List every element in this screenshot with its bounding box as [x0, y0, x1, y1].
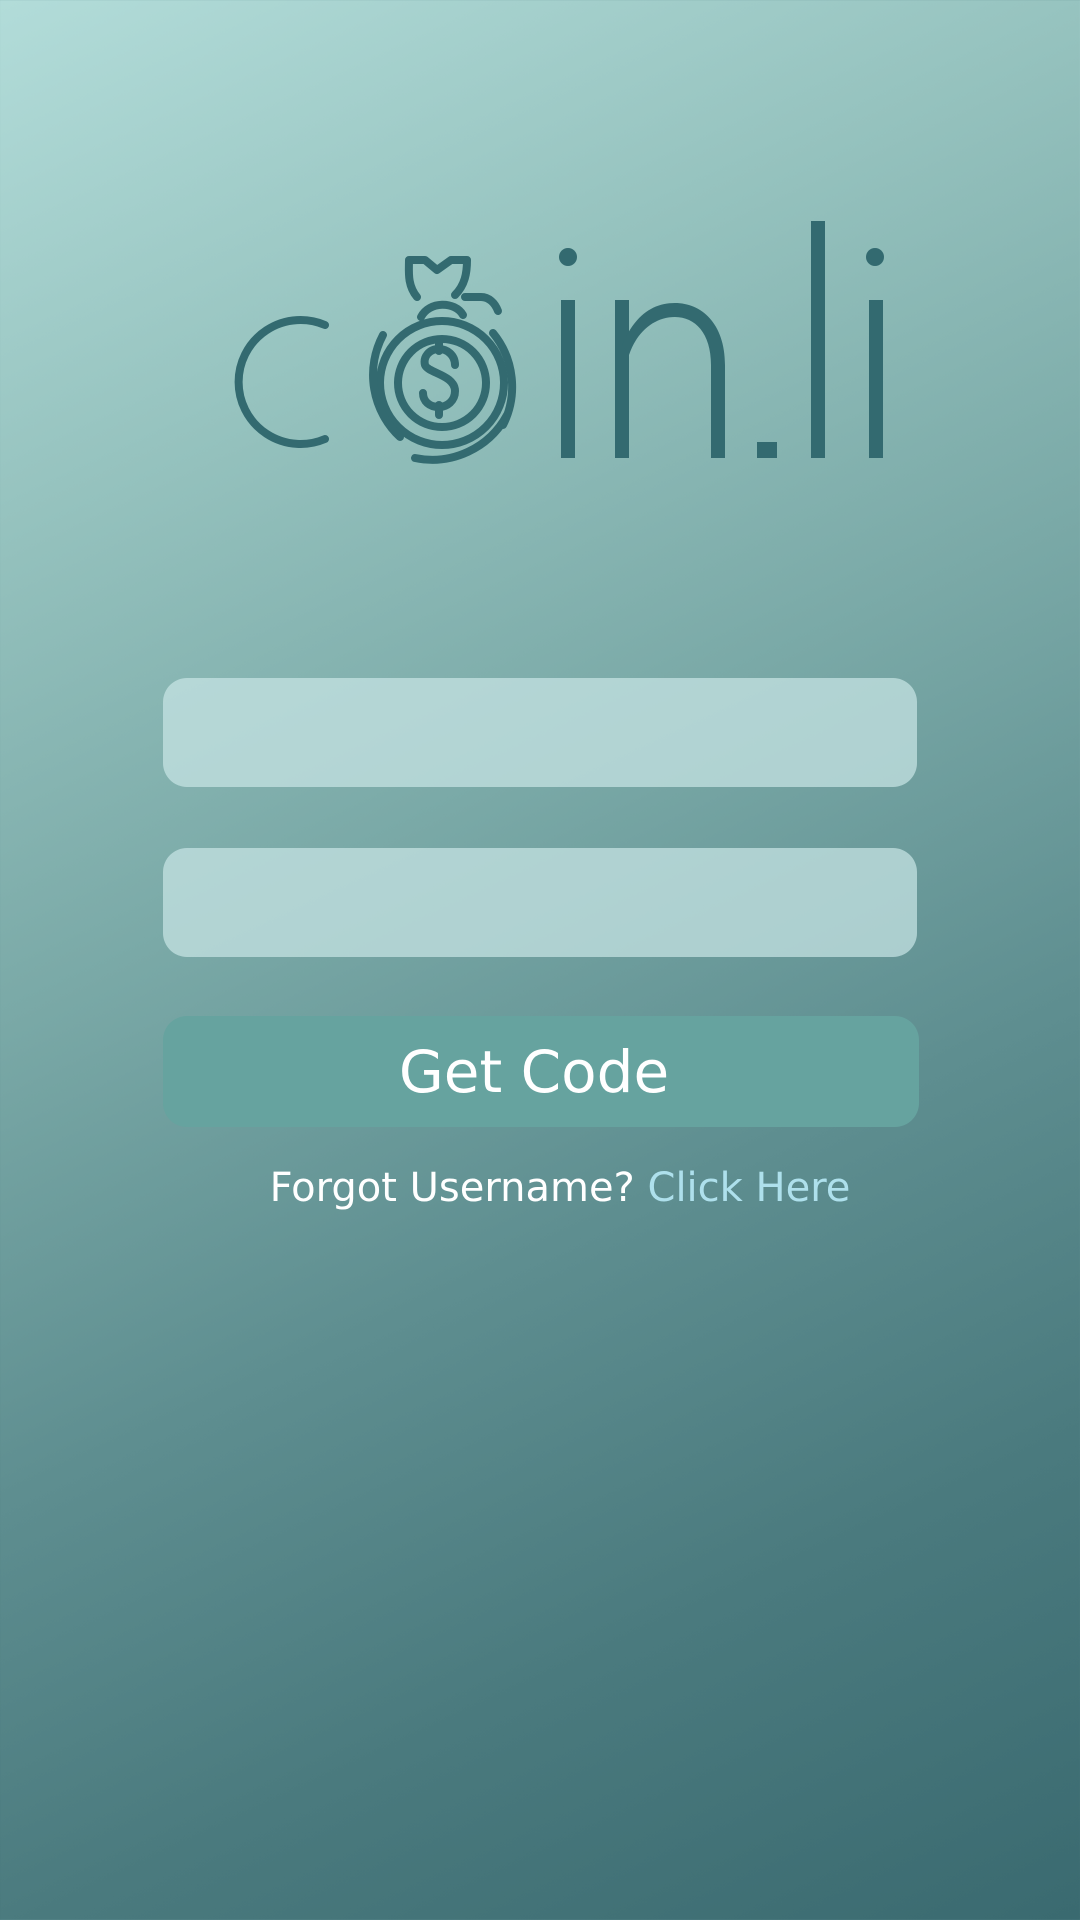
forgot-username-link[interactable]: Click Here	[648, 1165, 851, 1211]
username-input[interactable]	[163, 678, 917, 787]
forgot-username-text: Forgot Username?	[269, 1165, 635, 1211]
brand-logo	[185, 215, 895, 475]
coinli-logo-icon	[234, 221, 884, 464]
get-code-button[interactable]: Get Code	[163, 1016, 919, 1127]
code-input[interactable]	[163, 848, 917, 957]
forgot-username-row: Forgot Username? Click Here	[0, 1165, 1080, 1211]
